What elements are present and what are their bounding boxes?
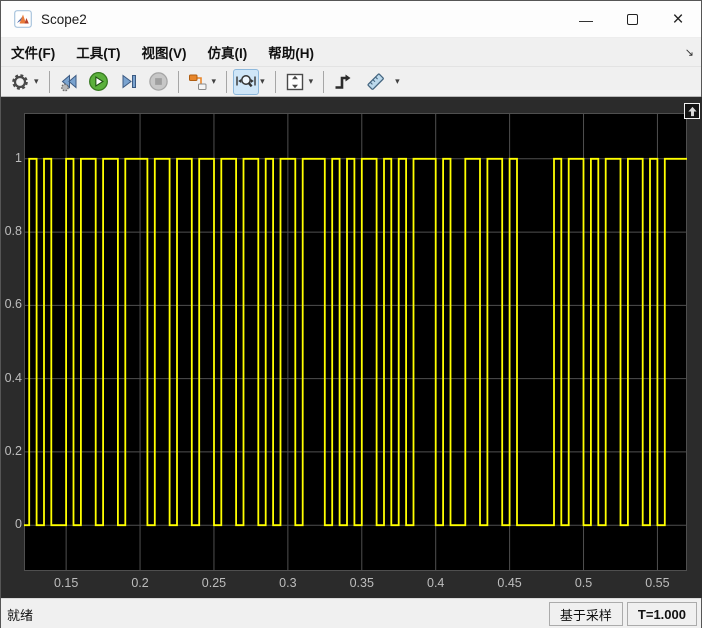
run-button[interactable] — [86, 69, 112, 95]
plot-region: 1 0.8 0.6 0.4 0.2 0 0.15 0.2 0.25 0.3 0.35 0.4 0.45… — [1, 97, 702, 598]
menu-simulation[interactable]: 仿真(I) — [208, 42, 248, 62]
close-button[interactable]: × — [655, 1, 701, 38]
measurements-dropdown-caret[interactable]: ▾ — [394, 76, 404, 87]
cursor-measurements-button[interactable] — [362, 69, 388, 95]
y-tick-label: 0.4 — [2, 371, 22, 385]
stop-button[interactable] — [146, 69, 172, 95]
y-tick-label: 0.8 — [2, 224, 22, 238]
menu-file[interactable]: 文件(F) — [11, 42, 55, 62]
x-tick-label: 0.5 — [575, 576, 592, 590]
menu-tools[interactable]: 工具(T) — [76, 42, 120, 62]
scope-axes[interactable] — [24, 113, 687, 571]
y-tick-label: 0 — [2, 517, 22, 531]
zoom-x-button[interactable] — [233, 69, 259, 95]
simulink-blocks-button[interactable] — [185, 69, 211, 95]
menu-view[interactable]: 视图(V) — [142, 42, 187, 62]
status-ready-text: 就绪 — [1, 605, 33, 624]
fit-to-view-button[interactable] — [282, 69, 308, 95]
minimize-button[interactable]: — — [563, 1, 609, 38]
run-icon — [88, 71, 109, 92]
maximize-icon — [627, 14, 638, 25]
step-back-button[interactable] — [56, 69, 82, 95]
x-tick-label: 0.35 — [350, 576, 374, 590]
x-tick-label: 0.2 — [131, 576, 148, 590]
blocks-dropdown-caret[interactable]: ▾ — [211, 76, 221, 87]
trigger-icon — [333, 72, 353, 92]
x-tick-label: 0.25 — [202, 576, 226, 590]
title-bar[interactable]: Scope2 — × — [1, 1, 701, 38]
step-back-icon — [59, 72, 79, 92]
y-tick-label: 1 — [2, 151, 22, 165]
settings-dropdown-caret[interactable]: ▾ — [33, 76, 43, 87]
status-bar: 就绪 基于采样 T=1.000 — [1, 598, 701, 628]
x-tick-label: 0.55 — [645, 576, 669, 590]
menu-overflow-icon[interactable]: ↘ — [685, 46, 694, 59]
zoom-x-icon — [236, 72, 256, 92]
y-tick-label: 0.6 — [2, 297, 22, 311]
zoom-dropdown-caret[interactable]: ▾ — [259, 76, 269, 87]
step-forward-icon — [119, 72, 139, 92]
toolbar-separator — [49, 71, 50, 93]
x-tick-label: 0.15 — [54, 576, 78, 590]
block-diagram-icon — [188, 72, 208, 92]
trigger-button[interactable] — [330, 69, 356, 95]
y-tick-label: 0.2 — [2, 444, 22, 458]
x-tick-label: 0.3 — [279, 576, 296, 590]
toolbar-separator — [178, 71, 179, 93]
stop-icon — [148, 71, 169, 92]
step-forward-button[interactable] — [116, 69, 142, 95]
waveform-plot — [24, 113, 687, 571]
window-title: Scope2 — [41, 12, 87, 27]
expand-axes-button[interactable] — [684, 103, 700, 119]
menu-help[interactable]: 帮助(H) — [268, 42, 314, 62]
status-time-badge: T=1.000 — [627, 602, 697, 626]
x-tick-label: 0.4 — [427, 576, 444, 590]
menu-bar: 文件(F) 工具(T) 视图(V) 仿真(I) 帮助(H) ↘ — [1, 38, 701, 67]
matlab-scope-icon — [14, 10, 32, 28]
toolbar-separator — [226, 71, 227, 93]
toolbar-separator — [323, 71, 324, 93]
toolbar: ▾ — [1, 67, 701, 97]
toolbar-separator — [275, 71, 276, 93]
up-arrow-icon — [687, 106, 698, 117]
gear-icon — [10, 72, 30, 92]
fit-to-view-icon — [285, 72, 305, 92]
fit-dropdown-caret[interactable]: ▾ — [308, 76, 318, 87]
status-mode-badge: 基于采样 — [549, 602, 623, 626]
ruler-icon — [365, 71, 386, 92]
x-tick-label: 0.45 — [497, 576, 521, 590]
maximize-button[interactable] — [609, 1, 655, 38]
settings-gear-button[interactable] — [7, 69, 33, 95]
scope-window: Scope2 — × 文件(F) 工具(T) 视图(V) 仿真(I) 帮助(H)… — [0, 0, 702, 628]
